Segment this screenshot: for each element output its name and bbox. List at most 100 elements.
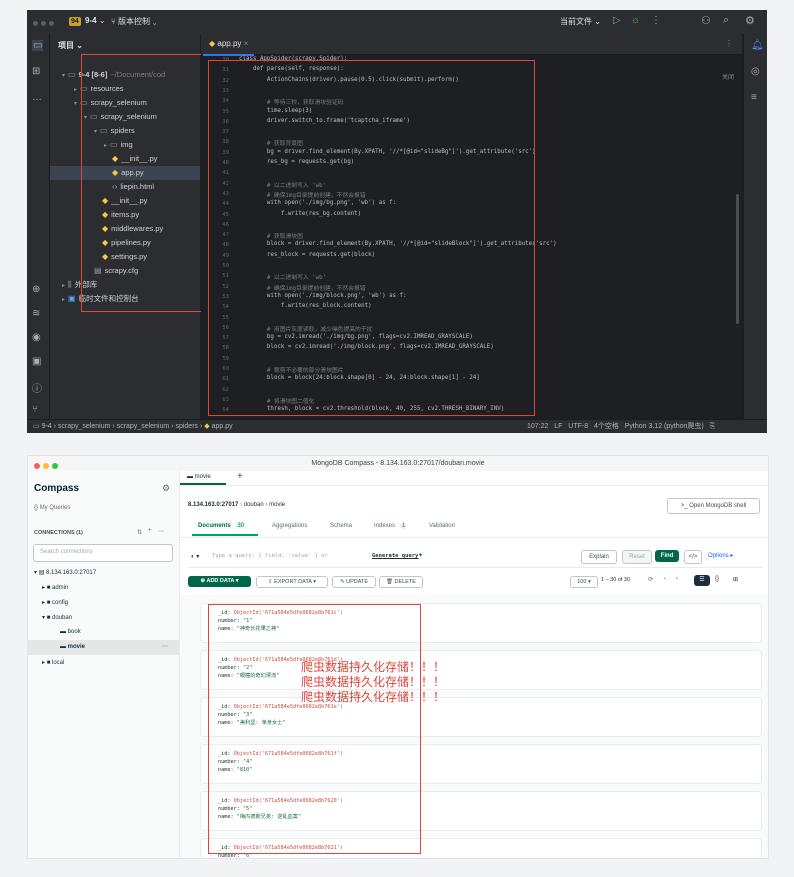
encoding[interactable]: UTF-8	[568, 423, 588, 430]
terminal-icon: >_	[680, 503, 688, 509]
sparkle-icon[interactable]: ✦	[418, 552, 423, 559]
close-icon[interactable]: ×	[244, 39, 249, 48]
tab-more-icon[interactable]: ⋮	[725, 39, 733, 48]
lock-icon[interactable]: ⎘	[710, 423, 716, 430]
chevron-right-icon[interactable]: ▸	[62, 283, 65, 289]
table-view-icon[interactable]: ⊞	[733, 576, 738, 583]
crumb-db[interactable]: douban	[244, 502, 264, 508]
interpreter[interactable]: Python 3.12 (python爬虫)	[625, 423, 704, 430]
page-size-select[interactable]: 100 ▾	[570, 576, 598, 588]
tab-aggregations[interactable]: Aggregations	[272, 523, 307, 529]
tab-indexes[interactable]: Indexes 1	[374, 523, 408, 529]
query-history-icon[interactable]: ◐ ▾	[191, 553, 199, 560]
my-queries-link[interactable]: {} My Queries	[34, 505, 70, 511]
reset-button[interactable]: Reset	[622, 550, 652, 564]
next-page-icon[interactable]: ›	[676, 576, 678, 582]
more-icon[interactable]: ⋯	[158, 528, 164, 535]
vcs-menu[interactable]: ⑂ 版本控制 ⌄	[111, 16, 157, 27]
update-button[interactable]: ✎ UPDATE	[332, 576, 376, 588]
export-data-button[interactable]: ⇪ EXPORT DATA ▾	[256, 576, 328, 588]
debug-icon[interactable]: ☼	[631, 15, 640, 26]
console-icon: ▣	[68, 294, 76, 303]
run-config-selector[interactable]: 当前文件 ⌄	[560, 16, 601, 27]
structure-icon[interactable]: ⊞	[32, 66, 40, 77]
git-icon[interactable]: ⑂	[32, 404, 38, 415]
collection-movie[interactable]: ▬ movie	[60, 644, 85, 650]
more-tools-icon[interactable]: …	[32, 92, 42, 103]
tab-app-py[interactable]: ◆ app.py ×	[203, 34, 255, 56]
database-icon[interactable]: ≡	[751, 92, 757, 103]
crumb-host[interactable]: 8.134.163.0:27017	[188, 502, 238, 508]
breadcrumb-item[interactable]: app.py	[212, 423, 233, 430]
highlight-box-tree	[81, 54, 205, 312]
ai-assistant-icon[interactable]: ◎	[751, 66, 760, 77]
breadcrumb-item[interactable]: scrapy_selenium	[117, 423, 170, 430]
db-admin[interactable]: ▸ ■ admin	[42, 584, 68, 591]
gear-icon[interactable]: ⚙	[745, 14, 755, 27]
database-icon: ■	[46, 600, 51, 606]
breadcrumb-item[interactable]: spiders	[175, 423, 198, 430]
host-label: 8.134.163.0:27017	[46, 570, 97, 576]
explain-button[interactable]: Explain	[581, 550, 617, 564]
more-icon[interactable]: ⋮	[651, 15, 661, 26]
crumb-collection[interactable]: movie	[269, 502, 285, 508]
generate-query-link[interactable]: Generate query	[372, 553, 418, 559]
json-view-icon[interactable]: {}	[715, 576, 719, 582]
search-connections-input[interactable]: Search connections	[33, 544, 173, 562]
connection-host[interactable]: ▾ ▤ 8.134.163.0:27017	[34, 569, 96, 576]
editor-scrollbar[interactable]	[736, 194, 739, 324]
gear-icon[interactable]: ⚙	[162, 483, 170, 494]
chevron-right-icon[interactable]: ▸	[74, 87, 77, 93]
options-toggle[interactable]: Options ▸	[708, 552, 733, 559]
window-controls[interactable]	[33, 19, 57, 28]
prev-page-icon[interactable]: ‹	[664, 576, 666, 582]
problems-icon[interactable]: ⓘ	[32, 380, 42, 395]
layers-icon[interactable]: ≋	[32, 308, 40, 319]
add-tab-icon[interactable]: +	[237, 471, 243, 482]
db-config[interactable]: ▸ ■ config	[42, 599, 68, 606]
tab-movie[interactable]: ▬ movie	[187, 474, 211, 480]
chevron-down-icon[interactable]: ▾	[62, 73, 65, 79]
query-input[interactable]: Type a query: { field: 'value' } or	[212, 553, 328, 559]
add-user-icon[interactable]: ⚇	[701, 14, 711, 27]
open-shell-button[interactable]: >_ Open MongoDB shell	[667, 498, 760, 514]
folder-icon: ▭	[68, 70, 76, 79]
terminal-icon[interactable]: ▣	[32, 356, 41, 367]
tab-schema[interactable]: Schema	[330, 523, 352, 529]
breadcrumb-item[interactable]: scrapy_selenium	[58, 423, 111, 430]
more-icon[interactable]: ⋯	[162, 643, 168, 650]
project-panel-header[interactable]: 项目 ⌄	[58, 40, 83, 51]
tab-documents[interactable]: Documents 30	[198, 523, 247, 529]
project-switcher[interactable]: 94 9-4 ⌄	[69, 16, 106, 26]
run-tool-icon[interactable]: ◉	[32, 332, 41, 343]
find-button[interactable]: Find	[655, 550, 679, 562]
shell-button-label: Open MongoDB shell	[689, 503, 747, 509]
plugins-icon[interactable]: ⊕	[32, 284, 40, 295]
delete-button[interactable]: 🗑︎ DELETE	[379, 576, 423, 588]
indent-setting[interactable]: 4个空格	[594, 423, 619, 430]
tab-validation[interactable]: Validation	[429, 523, 455, 529]
chevron-right-icon[interactable]: ▸	[62, 297, 65, 303]
db-douban[interactable]: ▾ ■ douban	[42, 614, 72, 621]
search-icon[interactable]: ⌕	[723, 14, 729, 27]
collection-book[interactable]: ▬ book	[60, 629, 81, 635]
code-view-icon[interactable]: </>	[684, 550, 702, 564]
db-local[interactable]: ▸ ■ local	[42, 659, 64, 666]
options-label: Options	[708, 553, 729, 559]
annotation-note: 爬虫数据持久化存储！！！	[301, 690, 446, 704]
add-connection-icon[interactable]: +	[148, 528, 152, 534]
chevron-down-icon[interactable]: ▾	[74, 101, 77, 107]
project-view-icon[interactable]: ▭	[32, 40, 44, 51]
refresh-icon[interactable]: ⟳	[648, 576, 653, 583]
highlight-box-docs	[208, 604, 421, 854]
collection-movie-row[interactable]	[28, 640, 179, 655]
cursor-position[interactable]: 107:22	[527, 423, 548, 430]
sort-icon[interactable]: ⇅	[137, 529, 142, 536]
list-view-icon[interactable]: ☰	[694, 575, 710, 586]
run-icon[interactable]: ▷	[613, 15, 621, 26]
line-ending[interactable]: LF	[554, 423, 562, 430]
notifications-icon[interactable]: 🔔︎	[751, 40, 764, 51]
add-data-button[interactable]: ⊕ ADD DATA ▾	[188, 576, 251, 587]
breadcrumb-item[interactable]: 9-4	[42, 423, 52, 430]
highlight-box-code	[208, 60, 535, 416]
